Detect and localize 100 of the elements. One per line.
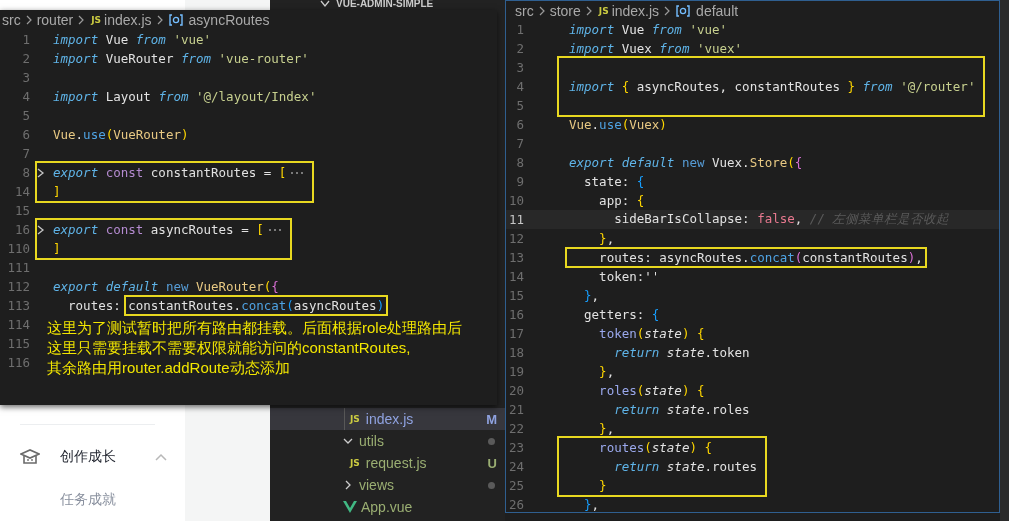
code-text: return state.roles: [613, 402, 750, 417]
line-number: 25: [507, 477, 524, 495]
line-number: 3: [21, 69, 30, 87]
line-number: 8: [515, 154, 524, 172]
code-text: },: [583, 497, 600, 512]
code-text: export default new Vuex.Store({: [569, 155, 803, 170]
graduation-cap-icon: [20, 448, 40, 466]
file-name: views: [359, 477, 395, 493]
line-number: 19: [507, 363, 524, 381]
breadcrumb-item[interactable]: default: [696, 2, 739, 19]
file-row[interactable]: views: [270, 474, 505, 496]
chevron-down-icon[interactable]: [320, 0, 330, 8]
line-number: 15: [13, 202, 30, 220]
code-text: routes: asyncRoutes.concat(constantRoutes),: [598, 250, 923, 265]
line-number: 14: [13, 183, 30, 201]
code-text: import Vue from 'vue': [569, 22, 728, 37]
line-number: 21: [507, 401, 524, 419]
line-number: 116: [6, 354, 30, 372]
chevron-right-icon: [78, 15, 85, 25]
line-number: 2: [515, 40, 524, 58]
code-text: import Vue from 'vue': [53, 32, 212, 47]
file-row[interactable]: utils: [270, 430, 505, 452]
menu-group-label[interactable]: 创作成长: [60, 448, 145, 466]
line-number: 23: [507, 439, 524, 457]
line-number: 114: [6, 316, 30, 334]
breadcrumb-item[interactable]: router: [36, 12, 74, 28]
line-number: 16: [13, 221, 30, 239]
code-text: Vue.use(Vuex): [569, 117, 667, 132]
code-text: return state.routes: [613, 459, 758, 474]
code-text: return state.token: [613, 345, 750, 360]
line-number: 14: [507, 268, 524, 286]
js-file-icon: JS: [91, 15, 102, 25]
symbol-icon: [675, 4, 692, 17]
line-number: 7: [515, 135, 524, 153]
code-text: },: [583, 288, 600, 303]
line-number: 113: [6, 297, 30, 315]
line-number: 9: [515, 173, 524, 191]
line-number: 6: [515, 116, 524, 134]
breadcrumb-item[interactable]: asyncRoutes: [188, 12, 270, 28]
line-number: 12: [507, 230, 524, 248]
line-number: 112: [6, 278, 30, 296]
breadcrumb-item[interactable]: index.js: [104, 12, 152, 28]
git-status: U: [487, 455, 497, 471]
code-text: roles(state) {: [598, 383, 705, 398]
breadcrumb-item[interactable]: index.js: [611, 2, 660, 19]
code-text: constantRoutes.concat(asyncRoutes): [128, 298, 385, 313]
line-number: 20: [507, 382, 524, 400]
line-number: 8: [21, 164, 30, 182]
code-text: state: {: [583, 174, 645, 189]
line-number: 115: [6, 335, 30, 353]
chevron-right-icon: [25, 15, 32, 25]
chevron-right-icon: [664, 5, 671, 16]
chevron-right-icon: [538, 5, 545, 16]
line-number: 5: [21, 107, 30, 125]
code-text: ]: [53, 184, 61, 199]
breadcrumb-item[interactable]: src: [515, 2, 534, 19]
line-number: 13: [507, 249, 524, 267]
file-name: index.js: [365, 411, 415, 427]
code-text: getters: {: [583, 307, 660, 322]
line-number: 10: [507, 192, 524, 210]
code-text: token:'': [598, 269, 660, 284]
line-number: 1: [515, 21, 524, 39]
code-text: ]: [53, 241, 61, 256]
chevron-right-icon: [585, 5, 592, 16]
line-number: 7: [21, 145, 30, 163]
line-number: 4: [515, 78, 524, 96]
line-number: 6: [21, 126, 30, 144]
explorer-title: VUE-ADMIN-SIMPLE: [336, 0, 434, 9]
fold-chevron-icon[interactable]: [37, 224, 45, 235]
code-text: export const asyncRoutes = [: [53, 222, 264, 237]
line-number: 110: [6, 240, 30, 258]
line-number: 24: [507, 458, 524, 476]
line-number: 2: [21, 50, 30, 68]
line-number: 22: [507, 420, 524, 438]
annotation-text: 这里为了测试暂时把所有路由都挂载。后面根据role处理路由后: [47, 318, 462, 338]
code-text: routes(state) {: [598, 440, 713, 455]
breadcrumb-item[interactable]: src: [2, 12, 21, 28]
chevron-right-icon: [156, 15, 163, 25]
ellipsis-icon[interactable]: [290, 170, 305, 175]
code-text: },: [598, 364, 615, 379]
breadcrumb-item[interactable]: store: [549, 2, 581, 19]
line-number: 18: [507, 344, 524, 362]
line-number: 111: [6, 259, 30, 277]
line-number: 11: [507, 211, 524, 229]
code-text: export const constantRoutes = [: [53, 165, 287, 180]
code-text: routes:: [67, 298, 122, 313]
file-row[interactable]: JS index.js M: [270, 408, 505, 430]
code-text: },: [598, 421, 615, 436]
code-text: import { asyncRoutes, constantRoutes } from '@/router': [569, 79, 976, 94]
file-name: request.js: [365, 455, 428, 471]
file-row[interactable]: App.vue: [270, 496, 505, 518]
symbol-icon: [167, 14, 184, 26]
code-text: import Vuex from 'vuex': [569, 41, 743, 56]
ellipsis-icon[interactable]: [267, 227, 282, 232]
fold-chevron-icon[interactable]: [37, 167, 45, 178]
line-number: 3: [515, 59, 524, 77]
file-row[interactable]: JS request.js U: [270, 452, 505, 474]
code-text: export default new VueRouter({: [53, 279, 279, 294]
git-status: M: [486, 411, 497, 427]
code-text: import VueRouter from 'vue-router': [53, 51, 309, 66]
